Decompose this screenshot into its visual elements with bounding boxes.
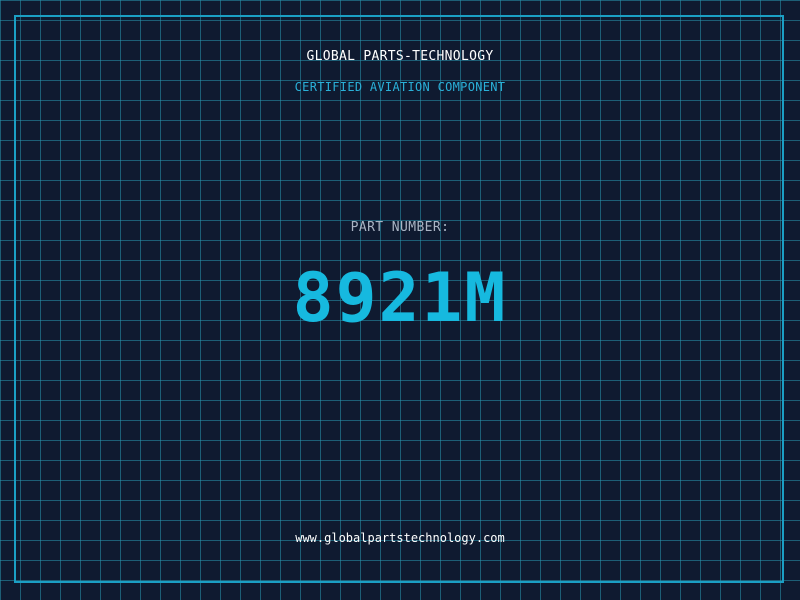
part-number-value: 8921M bbox=[292, 259, 508, 338]
certification-subtitle: CERTIFIED AVIATION COMPONENT bbox=[294, 80, 506, 94]
website-url: www.globalpartstechnology.com bbox=[295, 531, 505, 545]
part-number-label: PART NUMBER: bbox=[350, 220, 450, 235]
part-label-card: GLOBAL PARTS-TECHNOLOGY CERTIFIED AVIATI… bbox=[0, 0, 800, 600]
company-name: GLOBAL PARTS-TECHNOLOGY bbox=[306, 49, 494, 64]
